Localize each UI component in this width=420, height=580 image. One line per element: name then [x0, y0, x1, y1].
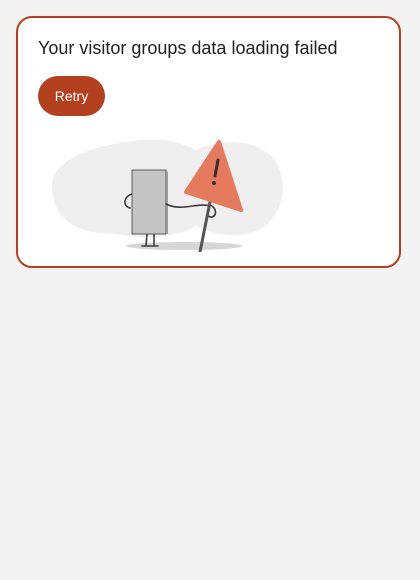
error-card: Your visitor groups data loading failed …	[16, 16, 401, 268]
error-illustration	[51, 139, 283, 252]
page: Your visitor groups data loading failed …	[0, 0, 420, 580]
retry-button[interactable]: Retry	[38, 76, 105, 116]
error-title: Your visitor groups data loading failed	[38, 38, 338, 58]
document-side	[166, 170, 168, 234]
document-body	[131, 169, 167, 235]
